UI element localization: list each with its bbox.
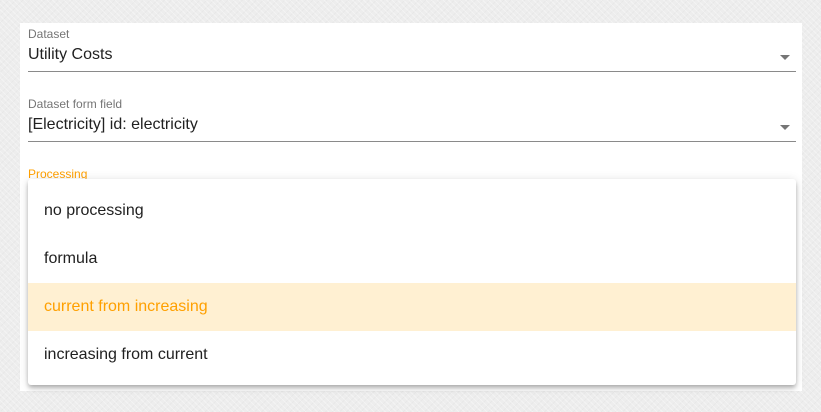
- option-increasing-from-current[interactable]: increasing from current: [28, 331, 796, 379]
- option-label: no processing: [44, 202, 144, 219]
- option-label: increasing from current: [44, 346, 208, 363]
- dataset-select[interactable]: Dataset Utility Costs: [28, 27, 796, 72]
- dataset-form-field-label: Dataset form field: [28, 97, 123, 111]
- dataset-form-field-underline: [28, 141, 796, 142]
- dataset-dropdown-arrow-icon[interactable]: [780, 55, 790, 60]
- option-label: formula: [44, 250, 98, 267]
- processing-options-menu: no processing formula current from incre…: [28, 179, 796, 385]
- dataset-form-field-dropdown-arrow-icon[interactable]: [780, 125, 790, 130]
- option-formula[interactable]: formula: [28, 235, 796, 283]
- option-no-processing[interactable]: no processing: [28, 187, 796, 235]
- dataset-form-field-select[interactable]: Dataset form field [Electricity] id: ele…: [28, 97, 796, 142]
- dataset-label: Dataset: [28, 27, 70, 41]
- dataset-form-field-value[interactable]: [Electricity] id: electricity: [28, 116, 198, 134]
- option-current-from-increasing[interactable]: current from increasing: [28, 283, 796, 331]
- dataset-underline: [28, 71, 796, 72]
- dataset-value[interactable]: Utility Costs: [28, 46, 112, 64]
- option-label: current from increasing: [44, 298, 208, 315]
